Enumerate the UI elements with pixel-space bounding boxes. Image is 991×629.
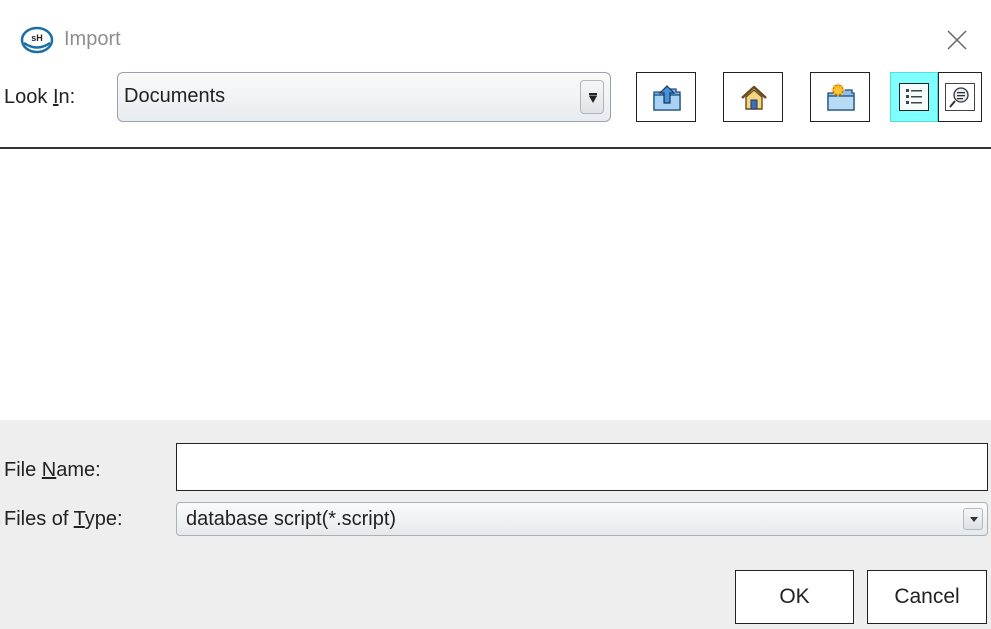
app-logo-icon: sH <box>20 26 54 54</box>
file-name-label-suffix: ame: <box>56 459 101 481</box>
look-in-label: Look In: <box>4 86 75 109</box>
files-of-type-label: Files of Type: <box>4 508 123 531</box>
app-logo-text: sH <box>31 33 43 43</box>
new-folder-icon <box>827 83 855 111</box>
list-view-icon <box>899 83 929 111</box>
files-of-type-label-mnemonic: T <box>73 508 85 530</box>
look-in-label-prefix: Look <box>4 86 53 108</box>
file-name-label-prefix: File <box>4 459 42 481</box>
file-name-label: File Name: <box>4 459 101 482</box>
look-in-label-suffix: n: <box>58 86 76 108</box>
look-in-value: Documents <box>124 85 226 107</box>
list-view-glyph <box>906 89 922 104</box>
look-in-combobox[interactable]: Documents <box>117 72 611 122</box>
details-view-icon <box>945 83 975 111</box>
window-title: Import <box>64 28 121 50</box>
details-view-toggle[interactable] <box>938 72 982 122</box>
folder-up-icon <box>653 85 681 111</box>
file-name-label-mnemonic: N <box>41 459 57 481</box>
files-of-type-label-suffix: ype: <box>84 508 123 530</box>
chevron-down-icon <box>970 517 978 522</box>
files-of-type-value: database script(*.script) <box>186 508 397 530</box>
files-of-type-combobox[interactable]: database script(*.script) <box>176 502 988 536</box>
cancel-button[interactable]: Cancel <box>867 570 987 624</box>
ok-button[interactable]: OK <box>735 570 854 624</box>
file-list-pane[interactable] <box>0 147 991 420</box>
title-bar: sH Import <box>0 0 991 70</box>
files-of-type-label-prefix: Files of <box>4 508 74 530</box>
new-folder-button[interactable] <box>810 72 870 122</box>
chevron-down-icon <box>589 93 597 103</box>
up-one-level-button[interactable] <box>636 72 696 122</box>
look-in-dropdown-button[interactable] <box>580 80 604 114</box>
list-view-toggle[interactable] <box>890 72 938 122</box>
files-of-type-dropdown-button[interactable] <box>963 508 983 530</box>
close-icon[interactable] <box>941 24 973 56</box>
home-icon <box>741 85 767 110</box>
details-view-glyph <box>949 87 969 108</box>
import-dialog: sH Import Look In: Documents File Name: … <box>0 0 991 629</box>
home-button[interactable] <box>723 72 783 122</box>
file-name-input[interactable] <box>176 443 988 491</box>
